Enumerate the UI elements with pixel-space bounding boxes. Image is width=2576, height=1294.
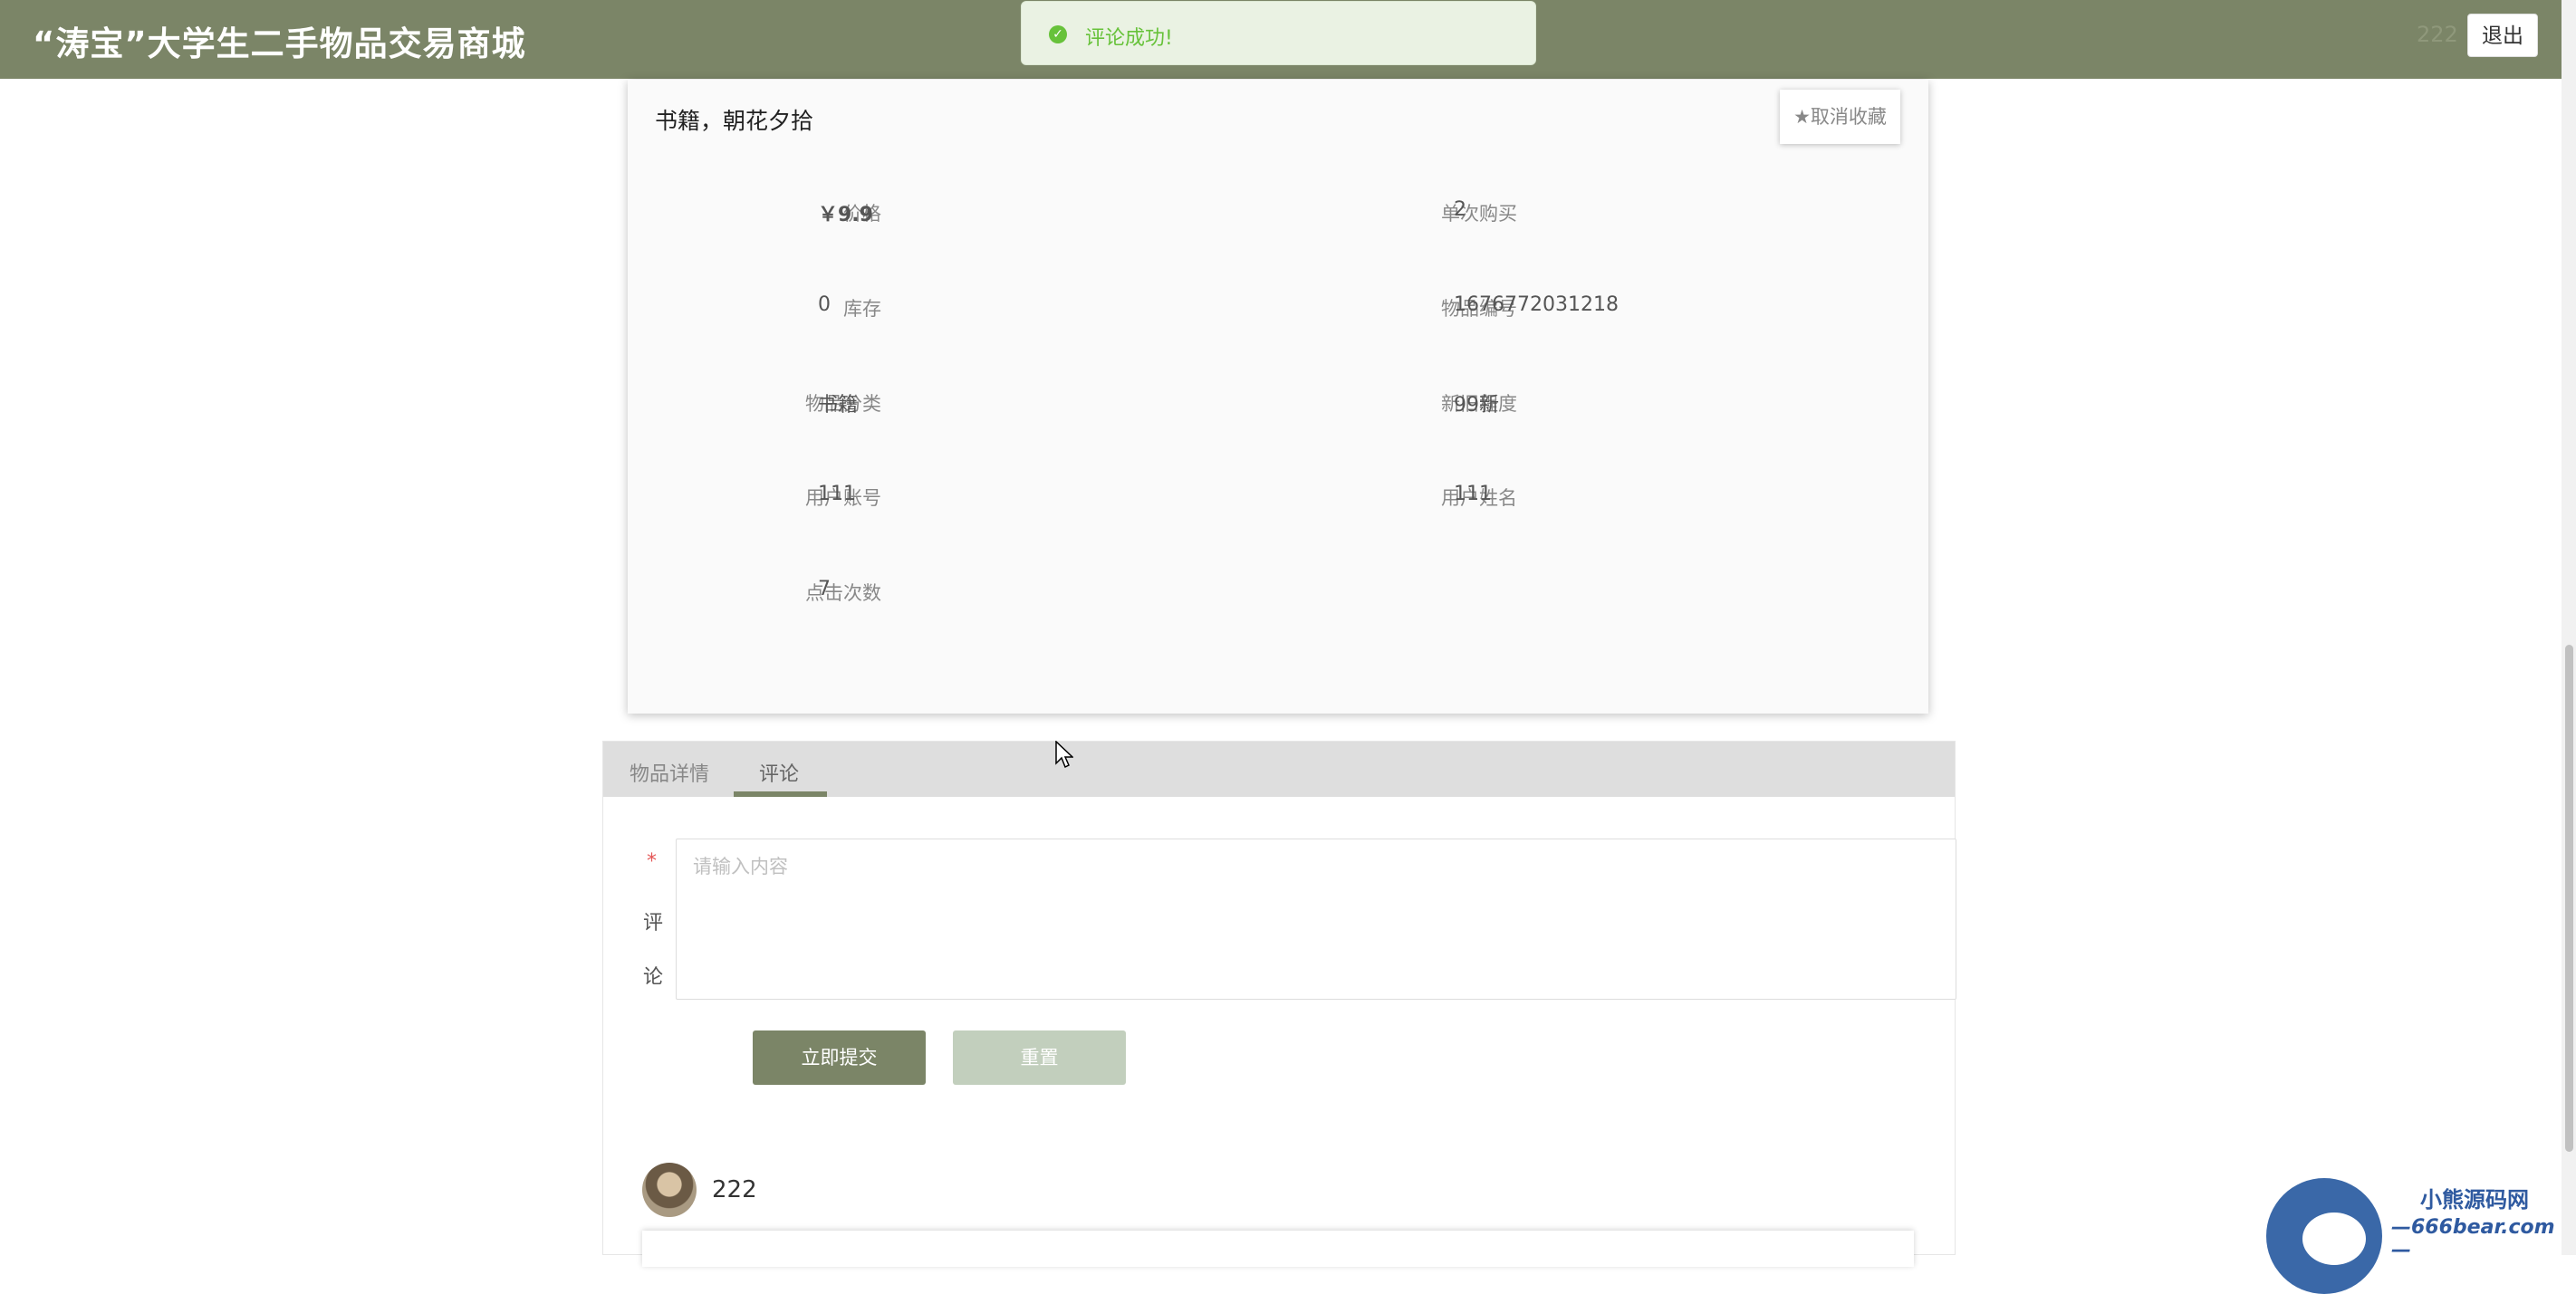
logout-button[interactable]: 退出 — [2467, 14, 2538, 57]
condition-value: 99新 — [1454, 394, 1499, 417]
check-circle-icon: ✓ — [1049, 25, 1067, 43]
comment-username: 222 — [712, 1176, 757, 1203]
item-code-value: 1676772031218 — [1454, 293, 1619, 316]
purchase-limit-label: 单次购买 — [1441, 203, 1517, 225]
comment-label-char-2: 论 — [643, 966, 664, 989]
active-tab-indicator — [734, 791, 827, 797]
category-value: 书籍 — [818, 394, 859, 417]
header-username[interactable]: 222 — [2417, 22, 2458, 47]
stock-label: 库存 — [843, 298, 881, 320]
purchase-limit-value: 2 — [1454, 198, 1466, 221]
click-count-value: 7 — [818, 578, 831, 600]
tab-bar: 物品详情 评论 — [603, 742, 1955, 797]
comment-input[interactable] — [676, 839, 1956, 1000]
required-mark: * — [647, 850, 657, 873]
product-name: 书籍，朝花夕拾 — [655, 108, 814, 134]
owner-name-value: 111 — [1454, 483, 1492, 505]
reset-button[interactable]: 重置 — [953, 1030, 1126, 1085]
scrollbar-thumb[interactable] — [2565, 645, 2573, 1152]
tabs-panel: 物品详情 评论 * 评 论 立即提交 重置 222 — [602, 741, 1956, 1267]
watermark-title: 小熊源码网 — [2420, 1187, 2529, 1213]
comment-card — [642, 1231, 1914, 1267]
tab-item-details[interactable]: 物品详情 — [630, 758, 709, 787]
price-value: ￥9.9 — [818, 204, 873, 226]
toast-message: 评论成功! — [1085, 27, 1173, 50]
success-toast: ✓ 评论成功! — [1021, 1, 1536, 65]
submit-button[interactable]: 立即提交 — [753, 1030, 926, 1085]
owner-name-label: 用户姓名 — [1441, 487, 1517, 509]
comment-label-char-1: 评 — [643, 912, 664, 935]
user-account-value: 111 — [818, 483, 856, 505]
click-count-label: 点击次数 — [805, 582, 881, 604]
watermark-logo: 小熊源码网 —666bear.com— — [2255, 1173, 2563, 1294]
bear-logo-icon — [2266, 1178, 2382, 1294]
product-info-card: 书籍，朝花夕拾 ★取消收藏 价格 ￥9.9 单次购买 2 库存 0 物品编号 1… — [628, 80, 1928, 714]
tab-comments[interactable]: 评论 — [759, 758, 799, 787]
mouse-cursor-icon — [1055, 740, 1074, 773]
avatar — [642, 1163, 697, 1217]
user-account-label: 用户账号 — [805, 487, 881, 509]
site-title: “涛宝”大学生二手物品交易商城 — [33, 24, 526, 63]
bear-face-icon — [2302, 1213, 2366, 1265]
stock-value: 0 — [818, 293, 831, 316]
unfavorite-button[interactable]: ★取消收藏 — [1780, 90, 1900, 144]
